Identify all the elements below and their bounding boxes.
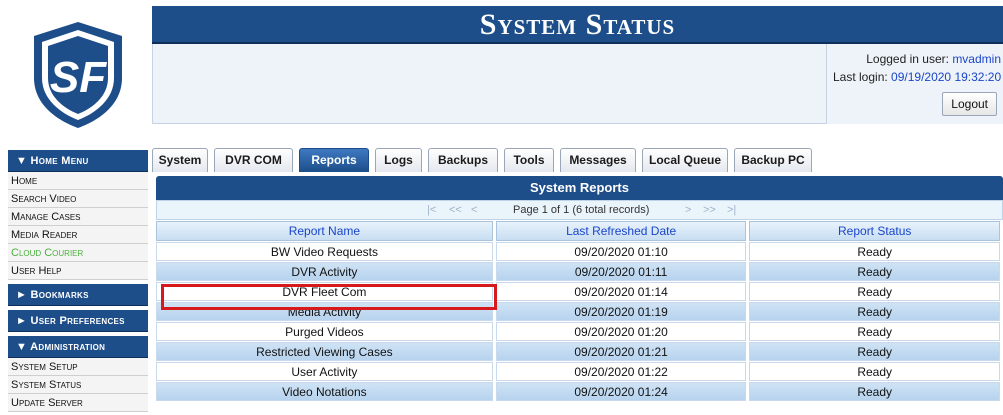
report-name-cell[interactable]: DVR Fleet Com	[156, 282, 493, 301]
column-header-report-status[interactable]: Report Status	[749, 221, 1000, 241]
table-row[interactable]: Restricted Viewing Cases 09/20/2020 01:2…	[156, 342, 1000, 361]
tab-local-queue[interactable]: Local Queue	[642, 148, 728, 172]
report-status-cell: Ready	[749, 242, 1000, 261]
user-preferences-header[interactable]: ► User Preferences	[8, 310, 148, 332]
report-name-cell[interactable]: Media Activity	[156, 302, 493, 321]
table-row[interactable]: BW Video Requests 09/20/2020 01:10 Ready	[156, 242, 1000, 261]
report-name-cell[interactable]: Purged Videos	[156, 322, 493, 341]
report-status-cell: Ready	[749, 342, 1000, 361]
prev-page-icon[interactable]: <	[471, 204, 477, 216]
report-status-cell: Ready	[749, 262, 1000, 281]
tab-reports[interactable]: Reports	[299, 148, 369, 172]
sidebar-item-update-server[interactable]: Update Server	[8, 394, 148, 412]
page-header: System Status	[152, 6, 1003, 44]
sidebar-item-search-video[interactable]: Search Video	[8, 190, 148, 208]
refreshed-date-cell: 09/20/2020 01:10	[495, 242, 747, 261]
refreshed-date-cell: 09/20/2020 01:11	[495, 262, 747, 281]
sidebar: ▼ Home Menu Home Search Video Manage Cas…	[8, 150, 148, 412]
logged-in-user: mvadmin	[952, 52, 1001, 66]
sf-logo: SF	[28, 18, 128, 130]
sidebar-item-system-setup[interactable]: System Setup	[8, 358, 148, 376]
next-ten-icon[interactable]: >>	[703, 204, 716, 216]
next-page-icon[interactable]: >	[685, 204, 691, 216]
report-status-cell: Ready	[749, 282, 1000, 301]
refreshed-date-cell: 09/20/2020 01:24	[495, 382, 747, 401]
table-row[interactable]: Video Notations 09/20/2020 01:24 Ready	[156, 382, 1000, 401]
first-page-icon[interactable]: |<	[427, 204, 436, 216]
login-info: Logged in user: mvadmin Last login: 09/1…	[826, 44, 1003, 124]
tab-dvr-com[interactable]: DVR COM	[214, 148, 293, 172]
table-row[interactable]: User Activity 09/20/2020 01:22 Ready	[156, 362, 1000, 381]
last-login-line: Last login: 09/19/2020 19:32:20	[833, 70, 1002, 84]
sidebar-item-home[interactable]: Home	[8, 172, 148, 190]
report-name-cell[interactable]: Restricted Viewing Cases	[156, 342, 493, 361]
logged-in-line: Logged in user: mvadmin	[866, 52, 1001, 66]
sidebar-item-cloud-courier[interactable]: Cloud Courier	[8, 244, 148, 262]
svg-text:SF: SF	[50, 53, 107, 102]
tab-logs[interactable]: Logs	[375, 148, 422, 172]
refreshed-date-cell: 09/20/2020 01:19	[495, 302, 747, 321]
pager-info: Page 1 of 1 (6 total records)	[513, 204, 650, 216]
tab-messages[interactable]: Messages	[560, 148, 636, 172]
sidebar-item-manage-cases[interactable]: Manage Cases	[8, 208, 148, 226]
pager: |< << < Page 1 of 1 (6 total records) > …	[156, 200, 1003, 220]
reports-panel: System Reports |< << < Page 1 of 1 (6 to…	[156, 176, 1003, 411]
home-menu-header[interactable]: ▼ Home Menu	[8, 150, 148, 172]
report-name-cell[interactable]: BW Video Requests	[156, 242, 493, 261]
refreshed-date-cell: 09/20/2020 01:14	[495, 282, 747, 301]
table-row[interactable]: Purged Videos 09/20/2020 01:20 Ready	[156, 322, 1000, 341]
tab-backup-pc[interactable]: Backup PC	[734, 148, 812, 172]
report-status-cell: Ready	[749, 362, 1000, 381]
report-name-cell[interactable]: Video Notations	[156, 382, 493, 401]
sidebar-item-user-help[interactable]: User Help	[8, 262, 148, 280]
report-status-cell: Ready	[749, 302, 1000, 321]
logout-button[interactable]: Logout	[942, 92, 997, 116]
reports-table: Report Name Last Refreshed Date Report S…	[153, 220, 1003, 402]
last-page-icon[interactable]: >|	[727, 204, 736, 216]
column-header-report-name[interactable]: Report Name	[156, 221, 493, 241]
tab-backups[interactable]: Backups	[428, 148, 498, 172]
table-row[interactable]: DVR Activity 09/20/2020 01:11 Ready	[156, 262, 1000, 281]
page-title: System Status	[479, 8, 676, 41]
administration-header[interactable]: ▼ Administration	[8, 336, 148, 358]
last-login-value: 09/19/2020 19:32:20	[891, 70, 1002, 84]
table-row[interactable]: DVR Fleet Com 09/20/2020 01:14 Ready	[156, 282, 1000, 301]
tab-system[interactable]: System	[152, 148, 208, 172]
bookmarks-header[interactable]: ► Bookmarks	[8, 284, 148, 306]
prev-ten-icon[interactable]: <<	[449, 204, 462, 216]
report-status-cell: Ready	[749, 382, 1000, 401]
refreshed-date-cell: 09/20/2020 01:22	[495, 362, 747, 381]
tab-tools[interactable]: Tools	[504, 148, 554, 172]
reports-title: System Reports	[156, 176, 1003, 200]
table-row[interactable]: Media Activity 09/20/2020 01:19 Ready	[156, 302, 1000, 321]
refreshed-date-cell: 09/20/2020 01:21	[495, 342, 747, 361]
report-status-cell: Ready	[749, 322, 1000, 341]
column-header-last-refreshed[interactable]: Last Refreshed Date	[495, 221, 747, 241]
sidebar-item-media-reader[interactable]: Media Reader	[8, 226, 148, 244]
sidebar-item-system-status[interactable]: System Status	[8, 376, 148, 394]
refreshed-date-cell: 09/20/2020 01:20	[495, 322, 747, 341]
report-name-cell[interactable]: User Activity	[156, 362, 493, 381]
report-name-cell[interactable]: DVR Activity	[156, 262, 493, 281]
